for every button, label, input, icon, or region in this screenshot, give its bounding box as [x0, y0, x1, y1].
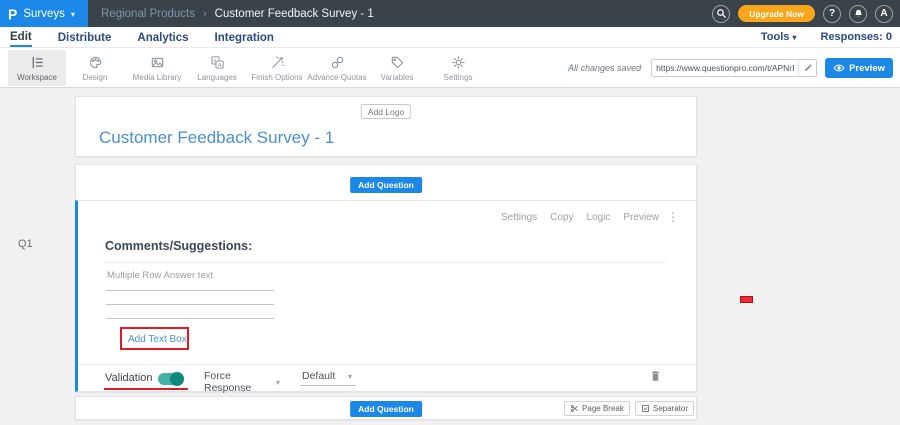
question-mark-icon: ?	[829, 8, 835, 19]
questionpro-logo-icon: P	[8, 6, 17, 21]
editor-toolbar: Workspace Design Media Library Aa Langua…	[0, 48, 900, 88]
kebab-menu-icon[interactable]: ⋮	[667, 210, 679, 224]
question-logic-button[interactable]: Logic	[587, 212, 611, 223]
breadcrumb-parent[interactable]: Regional Products	[101, 8, 195, 20]
tools-menu[interactable]: Tools ▾	[761, 31, 797, 43]
validation-label: Validation	[105, 372, 153, 384]
avatar[interactable]: A	[875, 5, 893, 23]
chevron-down-icon: ▾	[792, 33, 796, 42]
edit-url-button[interactable]	[798, 60, 816, 76]
toolbar-item-settings[interactable]: Settings	[429, 50, 487, 86]
separator-checkbox-icon	[641, 404, 650, 413]
media-library-icon	[150, 55, 165, 70]
nav-right: Tools ▾ Responses: 0	[761, 31, 892, 43]
toolbar-item-advance-quotas[interactable]: Advance Quotas	[308, 50, 366, 86]
bell-icon	[853, 8, 864, 19]
design-icon	[88, 55, 103, 70]
languages-icon: Aa	[210, 55, 225, 70]
survey-url-input[interactable]	[652, 63, 798, 73]
chevron-down-icon: ▾	[276, 378, 280, 387]
page-break-button[interactable]: Page Break	[564, 401, 630, 416]
validation-toggle[interactable]	[158, 373, 184, 385]
questionpro-survey-editor: P Surveys ▾ Regional Products › Customer…	[0, 0, 900, 425]
notifications-button[interactable]	[849, 5, 867, 23]
force-response-dropdown[interactable]: Force Response ▾	[202, 370, 284, 398]
pencil-icon	[803, 63, 813, 73]
toolbar-item-languages[interactable]: Aa Languages	[188, 50, 246, 86]
scissors-icon	[570, 404, 579, 413]
toolbar-item-variables[interactable]: Variables	[368, 50, 426, 86]
add-logo-button[interactable]: Add Logo	[361, 104, 411, 119]
breadcrumb-separator-icon: ›	[203, 8, 207, 20]
upgrade-button[interactable]: Upgrade Now	[738, 5, 815, 22]
nav-tab-integration[interactable]: Integration	[215, 29, 274, 46]
topbar: P Surveys ▾ Regional Products › Customer…	[0, 0, 900, 27]
survey-header-card: Add Logo Customer Feedback Survey - 1	[75, 96, 697, 157]
question-card: Settings Copy Logic Preview ⋮ Comments/S…	[75, 200, 697, 392]
variables-icon	[390, 55, 405, 70]
toolbar-item-media-library[interactable]: Media Library	[128, 50, 186, 86]
preview-button[interactable]: Preview	[825, 58, 893, 78]
chevron-down-icon: ▾	[348, 372, 352, 381]
question-preview-button[interactable]: Preview	[623, 212, 659, 223]
question-copy-button[interactable]: Copy	[550, 212, 573, 223]
svg-text:A: A	[217, 62, 221, 68]
annotation-red-dash	[740, 296, 753, 303]
question-text-divider	[105, 262, 666, 263]
toolbar-item-workspace[interactable]: Workspace	[8, 50, 66, 86]
default-dropdown[interactable]: Default ▾	[300, 370, 356, 386]
breadcrumb-current: Customer Feedback Survey - 1	[215, 8, 374, 20]
toolbar-item-design[interactable]: Design	[66, 50, 124, 86]
responses-count[interactable]: Responses: 0	[820, 31, 892, 43]
add-question-button-bottom[interactable]: Add Question	[350, 401, 422, 417]
survey-title[interactable]: Customer Feedback Survey - 1	[99, 128, 334, 148]
question-text[interactable]: Comments/Suggestions:	[105, 239, 252, 253]
survey-url-field	[651, 59, 817, 77]
topbar-actions: Upgrade Now ? A	[712, 0, 893, 27]
nav-tab-edit[interactable]: Edit	[10, 28, 32, 47]
avatar-letter: A	[880, 8, 887, 19]
delete-question-button[interactable]	[649, 369, 662, 388]
add-question-strip-bottom: Add Question Page Break Separator	[75, 396, 697, 420]
nav-tab-distribute[interactable]: Distribute	[58, 29, 112, 46]
answer-row-line[interactable]	[106, 318, 274, 319]
question-number: Q1	[18, 238, 33, 250]
answer-row-line[interactable]	[106, 304, 274, 305]
question-footer-divider	[78, 364, 696, 365]
search-button[interactable]	[712, 5, 730, 23]
help-button[interactable]: ?	[823, 5, 841, 23]
finish-options-icon	[270, 55, 285, 70]
question-settings-button[interactable]: Settings	[501, 212, 537, 223]
add-question-strip-top: Add Question	[75, 164, 697, 200]
surveys-menu[interactable]: P Surveys ▾	[0, 0, 88, 27]
question-actions: Settings Copy Logic Preview	[501, 212, 659, 223]
trash-icon	[649, 369, 662, 383]
separator-button[interactable]: Separator	[635, 401, 694, 416]
search-icon	[716, 8, 727, 19]
main-nav: Edit Distribute Analytics Integration To…	[0, 27, 900, 48]
toolbar-item-finish-options[interactable]: Finish Options	[248, 50, 306, 86]
add-question-button-top[interactable]: Add Question	[350, 177, 422, 193]
answer-placeholder[interactable]: Multiple Row Answer text	[107, 270, 213, 281]
chevron-down-icon: ▾	[71, 10, 75, 19]
product-label: Surveys	[23, 8, 65, 20]
annotation-red-underline	[104, 388, 188, 390]
toggle-knob	[170, 372, 184, 386]
save-status: All changes saved	[568, 63, 641, 73]
eye-icon	[833, 62, 845, 74]
advance-quotas-icon	[330, 55, 345, 70]
workspace-icon	[30, 55, 45, 70]
answer-row-line[interactable]	[106, 290, 274, 291]
nav-tab-analytics[interactable]: Analytics	[137, 29, 188, 46]
breadcrumb: Regional Products › Customer Feedback Su…	[101, 8, 374, 20]
add-text-box-button[interactable]: Add Text Box	[128, 334, 187, 345]
page-element-buttons: Page Break Separator	[564, 401, 694, 416]
settings-icon	[451, 55, 466, 70]
toolbar-right: All changes saved Preview	[568, 48, 893, 88]
